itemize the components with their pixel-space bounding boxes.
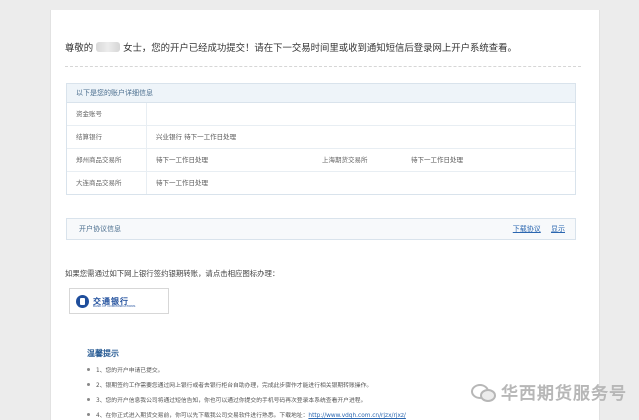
watermark: 华西期货服务号 xyxy=(471,379,627,404)
bank-intro-text: 如果您需通过如下网上银行签约银期转账，请点击相应图标办理： xyxy=(65,269,280,278)
row-value: 待下一工作日处理 xyxy=(156,179,208,187)
row-value: 兴业银行 待下一工作日处理 xyxy=(156,133,237,141)
tip-text: 银期签约工作需要您通过网上银行或者去银行柜台自助办理，完成此步骤作才能进行相关银… xyxy=(105,383,373,389)
row-label-2 xyxy=(317,172,402,194)
software-download-link[interactable]: http://www.vdqh.com.cn/rjzx/rjxz/ xyxy=(308,413,405,419)
row-label: 结算银行 xyxy=(67,126,147,148)
row-label-2 xyxy=(317,103,402,125)
greeting-message: 尊敬的 女士，您的开户已经成功提交！请在下一交易时间里或收到通知短信后登录网上开户… xyxy=(65,40,517,54)
divider xyxy=(65,66,581,67)
row-value-2 xyxy=(402,103,575,125)
agreement-bar: 开户协议信息 下载协议 显示 xyxy=(66,218,576,240)
list-item: 2、银期签约工作需要您通过网上银行或者去银行柜台自助办理，完成此步骤作才能进行相… xyxy=(87,379,406,394)
tip-number: 2、 xyxy=(96,383,106,389)
tip-number: 3、 xyxy=(96,398,106,404)
list-item: 1、您的开户申请已提交。 xyxy=(87,364,406,379)
tips-list: 1、您的开户申请已提交。 2、银期签约工作需要您通过网上银行或者去银行柜台自助办… xyxy=(87,364,406,420)
list-item: 3、您的开户信息我公司将通过短信告知，你也可以通过你提交的手机号码再次登录本系统… xyxy=(87,394,406,409)
tip-text: 您的开户信息我公司将通过短信告知，你也可以通过你提交的手机号码再次登录本系统查看… xyxy=(105,398,367,404)
tip-number: 1、 xyxy=(96,368,106,374)
download-agreement-link[interactable]: 下载协议 xyxy=(513,225,541,233)
table-row: 郑州商品交易所 待下一工作日处理 上海期货交易所 待下一工作日处理 xyxy=(67,149,575,172)
wechat-icon xyxy=(471,383,496,402)
agreement-title: 开户协议信息 xyxy=(79,225,121,233)
bullet-icon xyxy=(87,398,90,401)
row-value-2 xyxy=(402,126,575,148)
table-row: 大连商品交易所 待下一工作日处理 xyxy=(67,172,575,194)
tip-text: 您的开户申请已提交。 xyxy=(105,368,164,374)
bullet-icon xyxy=(87,413,90,416)
show-agreement-link[interactable]: 显示 xyxy=(551,225,565,233)
agreement-links: 下载协议 显示 xyxy=(505,219,565,239)
bank-logo-subtitle: BANK OF COMMUNICATIONS xyxy=(93,304,136,308)
table-row: 结算银行 兴业银行 待下一工作日处理 xyxy=(67,126,575,149)
bocom-bank-button[interactable]: 交通银行 BANK OF COMMUNICATIONS xyxy=(69,288,169,314)
greeting-prefix: 尊敬的 xyxy=(65,43,94,54)
tip-number: 4、 xyxy=(96,413,106,419)
greeting-suffix: 女士，您的开户已经成功提交！请在下一交易时间里或收到通知短信后登录网上开户系统查… xyxy=(123,43,517,54)
list-item: 4、在你正式进入期货交易前，你可以先下载我公司交易软件进行熟悉。下载地址：htt… xyxy=(87,409,406,420)
row-label: 郑州商品交易所 xyxy=(67,149,147,171)
tip-text: 在你正式进入期货交易前，你可以先下载我公司交易软件进行熟悉。下载地址： xyxy=(105,413,309,419)
row-label-2 xyxy=(317,126,402,148)
watermark-text: 华西期货服务号 xyxy=(501,384,627,404)
row-label: 资金账号 xyxy=(67,103,147,125)
bullet-icon xyxy=(87,383,90,386)
row-value: 待下一工作日处理 xyxy=(156,156,208,164)
account-open-result-panel: 尊敬的 女士，您的开户已经成功提交！请在下一交易时间里或收到通知短信后登录网上开户… xyxy=(50,10,600,420)
bullet-icon xyxy=(87,368,90,371)
redacted-name xyxy=(96,42,121,52)
row-label: 大连商品交易所 xyxy=(67,172,147,194)
row-label-2: 上海期货交易所 xyxy=(322,156,368,164)
account-details-heading: 以下是您的账户详细信息 xyxy=(67,84,575,103)
table-row: 资金账号 xyxy=(67,103,575,126)
tips-title: 温馨提示 xyxy=(87,349,119,358)
row-value-2: 待下一工作日处理 xyxy=(411,156,463,164)
row-value xyxy=(147,103,317,125)
row-value-2 xyxy=(402,172,575,194)
account-details-box: 以下是您的账户详细信息 资金账号 结算银行 兴业银行 待下一工作日处理 郑州商品… xyxy=(66,83,576,195)
bank-logo-icon xyxy=(76,294,89,308)
